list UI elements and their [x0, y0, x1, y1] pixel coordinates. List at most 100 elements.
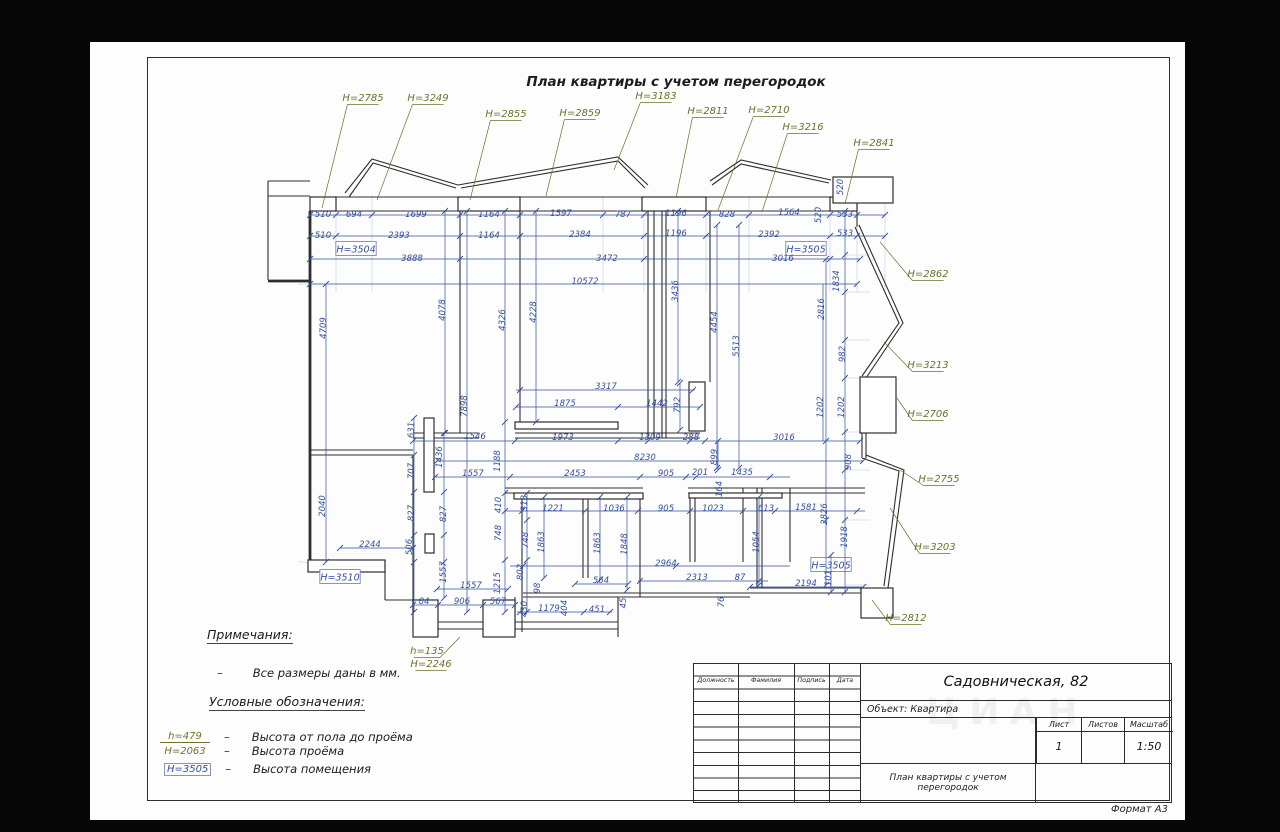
dim-label: 613	[758, 504, 774, 514]
boxed-height-text: H=3505	[786, 245, 825, 256]
col-header: Дата	[836, 676, 854, 684]
dim-label: 1918	[840, 526, 850, 548]
dim-label: 2453	[564, 469, 586, 479]
walls	[267, 156, 905, 638]
dim-label: 2392	[758, 230, 780, 240]
dim-label: 1863	[593, 532, 603, 554]
doc-title-band: План квартиры с учетом перегородок	[861, 764, 1171, 802]
dim-label: 1597	[550, 209, 572, 219]
dim-label: 982	[838, 346, 848, 362]
dim-label: 1309	[639, 433, 661, 443]
dim-label: 1564	[778, 208, 800, 218]
boxed-height-text: H=3504	[336, 245, 375, 256]
dim-label: 905	[658, 504, 674, 514]
legend-desc: Высота помещения	[253, 762, 371, 776]
dim-label: 2313	[686, 573, 708, 583]
dim-label: 520	[836, 179, 846, 195]
height-label: H=2755	[918, 474, 959, 485]
height-label: H=2841	[853, 138, 894, 149]
dim-label: 908	[844, 453, 854, 470]
dim-label: 1436	[435, 446, 445, 468]
dim-label: 1179	[538, 604, 560, 614]
dim-label: 1699	[405, 210, 427, 220]
height-label: H=2812	[885, 613, 926, 624]
sheets-label: Листов	[1081, 718, 1124, 732]
dim-label: 4078	[438, 299, 448, 321]
dim-label: 1442	[646, 399, 668, 409]
dim-label: 84	[419, 597, 430, 607]
dim-label: 10572	[571, 277, 598, 287]
dim-label: 410	[494, 497, 504, 513]
dim-label: 313	[520, 495, 530, 511]
dim-label: 1557	[462, 469, 484, 479]
dim-label: 201	[692, 468, 708, 478]
dim-label: 3436	[671, 280, 681, 302]
dim-label: 520	[814, 207, 824, 223]
dim-label: 906	[454, 597, 471, 607]
dim-label: 1036	[603, 504, 625, 514]
col-header: Должность	[697, 676, 735, 684]
dim-label: 1973	[552, 433, 574, 443]
height-label: H=2862	[907, 269, 948, 280]
dim-label: 1557	[460, 581, 482, 591]
address: Садовническая, 82	[861, 664, 1171, 701]
dim-label: 98	[533, 582, 543, 593]
note-text: Все размеры даны в мм.	[252, 666, 401, 680]
dim-label: 1202	[837, 396, 847, 418]
legend-item: h=479 – Высота от пола до проёма	[160, 730, 413, 744]
sheet-scale-band: Лист Листов Масштаб 1 1:50	[861, 718, 1173, 764]
height-label: H=3203	[914, 542, 955, 553]
dim-label: 2393	[388, 231, 410, 241]
dim-label: 1188	[493, 450, 503, 472]
dim-label: 1196	[665, 229, 687, 239]
legend-dash: –	[224, 744, 230, 758]
note-bullet: –	[217, 666, 223, 680]
height-label: H=2811	[687, 106, 728, 117]
dim-label: 694	[346, 210, 362, 220]
height-label: H=3183	[635, 91, 676, 102]
dim-label: 2194	[795, 579, 817, 589]
boxed-height-text: H=3510	[320, 573, 359, 584]
legend-symbol: H=3505	[164, 762, 212, 776]
dim-label: 3888	[401, 254, 423, 264]
dim-label: 792	[673, 397, 683, 413]
dim-label: 748	[494, 524, 504, 541]
dim-label: 3016	[773, 433, 795, 443]
notes-heading: Примечания:	[207, 627, 293, 644]
dim-label: 1863	[537, 531, 547, 553]
sheets-value	[1081, 732, 1124, 763]
dim-label: 827	[439, 505, 449, 522]
dim-label: 7898	[460, 395, 470, 417]
legend-dash: –	[224, 730, 230, 744]
dim-label: 1435	[731, 468, 753, 478]
col-header: Фамилия	[750, 676, 782, 684]
dim-label: 1023	[702, 504, 724, 514]
dim-label: 631	[407, 422, 417, 438]
dim-label: 2826	[820, 503, 830, 525]
title-block: Должность Фамилия Подпись Дата Садовниче…	[693, 663, 1173, 803]
dim-label: 533	[837, 229, 853, 239]
dim-label: 4228	[529, 301, 539, 323]
legend-desc: Высота проёма	[251, 744, 345, 758]
doc-title: План квартиры с учетом перегородок	[861, 764, 1036, 802]
sheet-value: 1	[1036, 732, 1081, 763]
dim-label: 1834	[832, 270, 842, 292]
dim-label: 8230	[634, 453, 656, 463]
dim-label: 1875	[554, 399, 576, 409]
legend-dash: –	[225, 762, 232, 776]
legend-item: H=3505 – Высота помещения	[160, 762, 371, 776]
scale-label: Масштаб	[1124, 718, 1173, 732]
dim-label: 1054	[752, 531, 762, 553]
col-header: Подпись	[797, 676, 826, 684]
dim-label: 1202	[816, 396, 826, 418]
dim-label: 787	[615, 210, 632, 220]
dim-label: 87	[735, 573, 746, 583]
plan-title: План квартиры с учетом перегородок	[526, 74, 826, 90]
height-label: H=2855	[485, 109, 526, 120]
dim-label: 510	[315, 231, 331, 241]
dim-label: 510	[315, 210, 331, 220]
legend-heading: Условные обозначения:	[209, 694, 365, 711]
legend-symbol: h=479	[160, 731, 210, 743]
dim-label: 2040	[318, 495, 328, 517]
dim-label: 2964	[655, 559, 677, 569]
